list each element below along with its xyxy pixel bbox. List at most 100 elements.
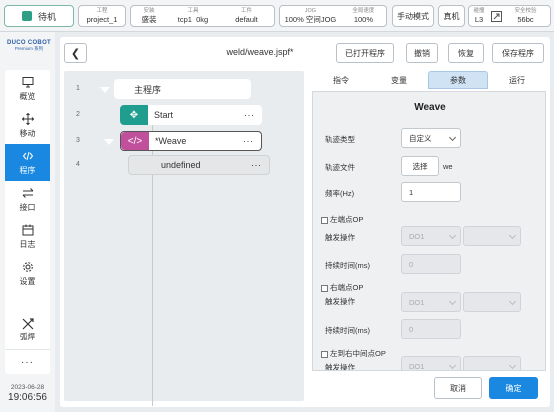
install-value: 盛装: [141, 15, 157, 24]
gear-icon: [22, 261, 33, 272]
editor-tabs: 指令 变量 参数 运行: [312, 71, 546, 89]
node-label-main: 主程序: [134, 84, 162, 95]
frequency-label: 频率(Hz): [325, 189, 355, 198]
mid-trigger-do-select[interactable]: DO1: [401, 356, 461, 371]
editor-header: ❮ weld/weave.jspf* 已打开程序 撤销 恢复 保存程序: [60, 37, 550, 69]
robot-status-button[interactable]: 待机: [4, 5, 74, 27]
line-number: 1: [76, 85, 80, 92]
nav-item-settings[interactable]: 设置: [5, 255, 50, 292]
left-op-checkbox[interactable]: [321, 216, 328, 224]
nav-item-log[interactable]: 日志: [5, 218, 50, 255]
nav-item-move[interactable]: 移动: [5, 107, 50, 144]
trigger-label-right: 触发操作: [325, 297, 355, 306]
nav-label-overview: 概览: [19, 91, 36, 101]
chevron-down-icon: [448, 231, 457, 240]
tab-run[interactable]: 运行: [488, 71, 546, 89]
install-tool-workpiece-group[interactable]: 安装 盛装 工具 tcp1 0kg 工件 default: [130, 5, 275, 27]
chevron-left-icon: ❮: [70, 47, 81, 60]
nav-item-arc-weld[interactable]: 弧焊: [5, 310, 50, 350]
project-indicator[interactable]: 工程 project_1: [78, 5, 126, 27]
tree-node-weave[interactable]: </> *Weave ···: [120, 131, 262, 151]
collapse-caret-icon[interactable]: [104, 139, 114, 145]
node-menu-button[interactable]: ···: [244, 110, 262, 120]
trigger-label-mid: 触发操作: [325, 363, 355, 371]
mid-do-value: DO1: [409, 361, 425, 371]
right-trigger-value-select[interactable]: [463, 292, 521, 312]
right-trigger-do-select[interactable]: DO1: [401, 292, 461, 312]
track-file-value: we: [443, 162, 453, 171]
track-file-select-button[interactable]: 选择: [401, 156, 439, 176]
jog-mode-value: 空间JOG: [305, 15, 337, 24]
panel-title: Weave: [414, 102, 446, 113]
left-trigger-do-select[interactable]: DO1: [401, 226, 461, 246]
line-number: 3: [76, 137, 80, 144]
collision-value: L3: [474, 15, 484, 24]
line-number: 2: [76, 111, 80, 118]
program-tree: 1 主程序 2 ✥ Start ··· 3 </> *Weave ··· 4 u…: [64, 71, 304, 406]
tool-weight-value: 0kg: [196, 15, 209, 24]
left-trigger-value-select[interactable]: [463, 226, 521, 246]
undo-button[interactable]: 撤销: [406, 43, 438, 63]
right-duration-input[interactable]: 0: [401, 319, 461, 339]
program-editor: ❮ weld/weave.jspf* 已打开程序 撤销 恢复 保存程序 1 主程…: [60, 37, 550, 407]
tool-value: tcp1: [177, 15, 192, 24]
right-op-checkbox[interactable]: [321, 284, 328, 292]
top-status-bar: 待机 工程 project_1 安装 盛装 工具 tcp1 0kg 工件 def…: [0, 0, 554, 32]
left-duration-input[interactable]: 0: [401, 254, 461, 274]
jog-speed-group[interactable]: JOG 100% 空间JOG 全局速度 100%: [279, 5, 387, 27]
track-type-select[interactable]: 自定义: [401, 128, 461, 148]
code-icon: </>: [121, 132, 149, 150]
nav-item-overview[interactable]: 概览: [5, 70, 50, 107]
cancel-button[interactable]: 取消: [434, 377, 482, 399]
tree-node-start[interactable]: ✥ Start ···: [120, 105, 262, 125]
nav-item-program[interactable]: 程序: [5, 144, 50, 181]
mid-op-label: 左到右中间点OP: [330, 349, 386, 358]
node-menu-button[interactable]: ···: [251, 160, 269, 170]
chevron-down-icon: [448, 133, 457, 142]
expand-icon: [489, 6, 503, 26]
left-duration-value: 0: [409, 259, 414, 269]
workpiece-value: default: [235, 15, 258, 24]
global-speed-value: 100%: [353, 15, 373, 24]
chevron-down-icon: [448, 361, 457, 370]
tab-command[interactable]: 指令: [312, 71, 370, 89]
mid-op-checkbox[interactable]: [321, 350, 328, 358]
node-menu-button[interactable]: ···: [243, 136, 261, 146]
main-nav: 概览 移动 程序 接口 日志 设置: [5, 70, 50, 328]
date-text: 2023-06-28: [10, 384, 45, 391]
move-icon: ✥: [120, 105, 148, 125]
file-title: weld/weave.jspf*: [226, 47, 294, 57]
logo-line-2: Premium 系列: [14, 45, 44, 51]
open-programs-button[interactable]: 已打开程序: [336, 43, 394, 63]
collision-safety-group[interactable]: 碰撞 L3 安全校验 56bc: [468, 5, 551, 27]
frequency-input[interactable]: 1: [401, 182, 461, 202]
save-program-button[interactable]: 保存程序: [492, 43, 544, 63]
nav-label-log: 日志: [19, 239, 36, 249]
confirm-button[interactable]: 确定: [489, 377, 538, 399]
tab-variables[interactable]: 变量: [370, 71, 428, 89]
nav-item-interface[interactable]: 接口: [5, 181, 50, 218]
project-value: project_1: [86, 15, 118, 24]
tool-label: 工具: [187, 7, 199, 14]
chevron-down-icon: [448, 297, 457, 306]
redo-button[interactable]: 恢复: [448, 43, 484, 63]
back-button[interactable]: ❮: [64, 43, 87, 63]
more-button[interactable]: ···: [5, 350, 50, 374]
tree-node-undefined[interactable]: undefined ···: [128, 155, 270, 175]
install-label: 安装: [143, 7, 155, 14]
duration-label-right: 持续时间(ms): [325, 326, 370, 335]
weld-torch-icon: [22, 318, 34, 330]
real-machine-button[interactable]: 真机: [438, 5, 465, 27]
line-number: 4: [76, 161, 80, 168]
track-type-label: 轨迹类型: [325, 135, 355, 144]
track-file-label: 轨迹文件: [325, 163, 355, 172]
manual-mode-button[interactable]: 手动模式: [392, 5, 434, 27]
frequency-value: 1: [409, 187, 414, 197]
tab-parameters[interactable]: 参数: [428, 71, 488, 89]
collapse-caret-icon[interactable]: [100, 87, 110, 93]
jog-value: 100%: [284, 15, 304, 24]
mid-trigger-value-select[interactable]: [463, 356, 521, 370]
safety-check-value: 56bc: [517, 15, 534, 24]
right-do-value: DO1: [409, 297, 425, 307]
tree-node-main-program[interactable]: 主程序: [114, 79, 251, 99]
